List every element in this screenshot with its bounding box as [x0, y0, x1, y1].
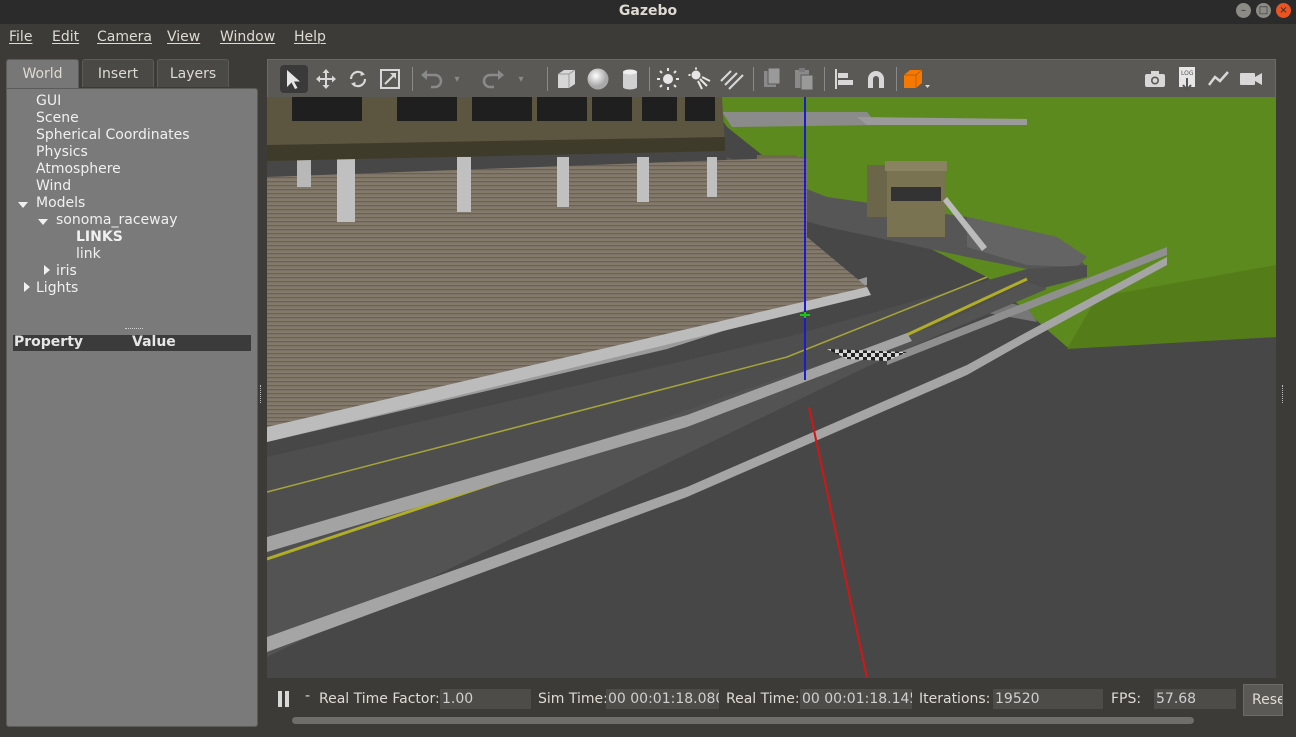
tree-item-wind[interactable]: Wind: [36, 178, 71, 194]
translate-mode-icon[interactable]: [312, 65, 340, 93]
directional-light-icon[interactable]: [718, 65, 746, 93]
scale-mode-icon[interactable]: [376, 65, 404, 93]
menu-help[interactable]: Help: [294, 29, 326, 45]
tree-item-gui[interactable]: GUI: [36, 93, 61, 109]
maximize-icon[interactable]: □: [1256, 3, 1271, 18]
reset-time-button[interactable]: Reset: [1243, 684, 1283, 716]
sim-time-label: Sim Time:: [538, 691, 608, 707]
toolbar-separator: [896, 67, 897, 91]
align-icon[interactable]: [830, 65, 858, 93]
fps-value: 57.68: [1154, 689, 1236, 709]
redo-dropdown-icon[interactable]: ▾: [514, 65, 528, 93]
snap-icon[interactable]: [862, 65, 890, 93]
rotate-mode-icon[interactable]: [344, 65, 372, 93]
toolbar-separator: [753, 67, 754, 91]
property-column-header: Property: [14, 334, 84, 350]
paste-icon[interactable]: [790, 65, 818, 93]
sim-time-value: 00 00:01:18.080: [606, 689, 719, 709]
tab-insert[interactable]: Insert: [82, 59, 154, 87]
expand-sonoma-icon[interactable]: [38, 219, 48, 225]
step-button[interactable]: -: [305, 688, 310, 704]
toolbar-separator: [824, 67, 825, 91]
log-icon[interactable]: LOG: [1173, 65, 1201, 93]
real-time-label: Real Time:: [726, 691, 800, 707]
tree-item-models[interactable]: Models: [36, 195, 85, 211]
menu-file[interactable]: File: [9, 29, 32, 45]
undo-icon[interactable]: [417, 65, 445, 93]
tree-item-atmosphere[interactable]: Atmosphere: [36, 161, 121, 177]
svg-text:LOG: LOG: [1181, 70, 1194, 77]
tree-item-scene[interactable]: Scene: [36, 110, 79, 126]
menu-window[interactable]: Window: [220, 29, 275, 45]
cylinder-shape-icon[interactable]: [616, 65, 644, 93]
toolbar-separator: [412, 67, 413, 91]
iterations-label: Iterations:: [919, 691, 991, 707]
toolbar-separator: [649, 67, 650, 91]
real-time-value: 00 00:01:18.145: [800, 689, 912, 709]
point-light-icon[interactable]: [654, 65, 682, 93]
screenshot-icon[interactable]: [1141, 65, 1169, 93]
tab-world[interactable]: World: [6, 59, 79, 89]
spot-light-icon[interactable]: [686, 65, 714, 93]
tab-layers[interactable]: Layers: [157, 59, 229, 87]
expand-iris-icon[interactable]: [44, 265, 50, 275]
real-time-factor-label: Real Time Factor:: [319, 691, 440, 707]
view-angle-icon[interactable]: [901, 65, 935, 93]
box-shape-icon[interactable]: [552, 65, 580, 93]
toolbar-separator: [547, 67, 548, 91]
menu-camera[interactable]: Camera: [97, 29, 152, 45]
left-splitter-handle[interactable]: [260, 385, 262, 403]
plot-icon[interactable]: [1205, 65, 1233, 93]
right-splitter-handle[interactable]: [1282, 385, 1284, 403]
select-mode-icon[interactable]: [280, 65, 308, 93]
iterations-value: 19520: [993, 689, 1103, 709]
window-titlebar: Gazebo – □ ×: [0, 0, 1296, 24]
tree-item-iris[interactable]: iris: [56, 263, 77, 279]
close-icon[interactable]: ×: [1276, 3, 1291, 18]
pause-icon[interactable]: [278, 691, 292, 707]
video-record-icon[interactable]: [1237, 65, 1265, 93]
expand-lights-icon[interactable]: [24, 282, 30, 292]
property-table-header: Property Value: [13, 334, 251, 351]
tree-item-link[interactable]: link: [76, 246, 101, 262]
menu-bar: File Edit Camera View Window Help: [0, 24, 1296, 52]
tree-item-lights[interactable]: Lights: [36, 280, 78, 296]
tree-item-sonoma-raceway[interactable]: sonoma_raceway: [56, 212, 177, 228]
tree-item-spherical-coordinates[interactable]: Spherical Coordinates: [36, 127, 190, 143]
value-column-header: Value: [132, 334, 176, 350]
sphere-shape-icon[interactable]: [584, 65, 612, 93]
time-panel: - Real Time Factor: 1.00 Sim Time: 00 00…: [267, 683, 1283, 727]
redo-icon[interactable]: [480, 65, 508, 93]
window-title: Gazebo: [618, 3, 678, 19]
scene-render[interactable]: [267, 97, 1276, 678]
fps-label: FPS:: [1111, 691, 1142, 707]
real-time-factor-value: 1.00: [440, 689, 531, 709]
undo-dropdown-icon[interactable]: ▾: [450, 65, 464, 93]
expand-models-icon[interactable]: [18, 202, 28, 208]
left-panel: World Insert Layers GUI Scene Spherical …: [6, 59, 258, 727]
panel-splitter-handle[interactable]: [125, 328, 143, 331]
world-tree-panel: GUI Scene Spherical Coordinates Physics …: [6, 88, 258, 727]
menu-view[interactable]: View: [167, 29, 200, 45]
tree-item-physics[interactable]: Physics: [36, 144, 88, 160]
menu-edit[interactable]: Edit: [52, 29, 79, 45]
horizontal-scrollbar[interactable]: [292, 717, 1194, 724]
copy-icon[interactable]: [758, 65, 786, 93]
tree-links-header: LINKS: [76, 229, 123, 245]
minimize-icon[interactable]: –: [1236, 3, 1251, 18]
main-toolbar: ▾ ▾ LOG: [267, 59, 1276, 97]
3d-viewport[interactable]: [267, 97, 1276, 678]
